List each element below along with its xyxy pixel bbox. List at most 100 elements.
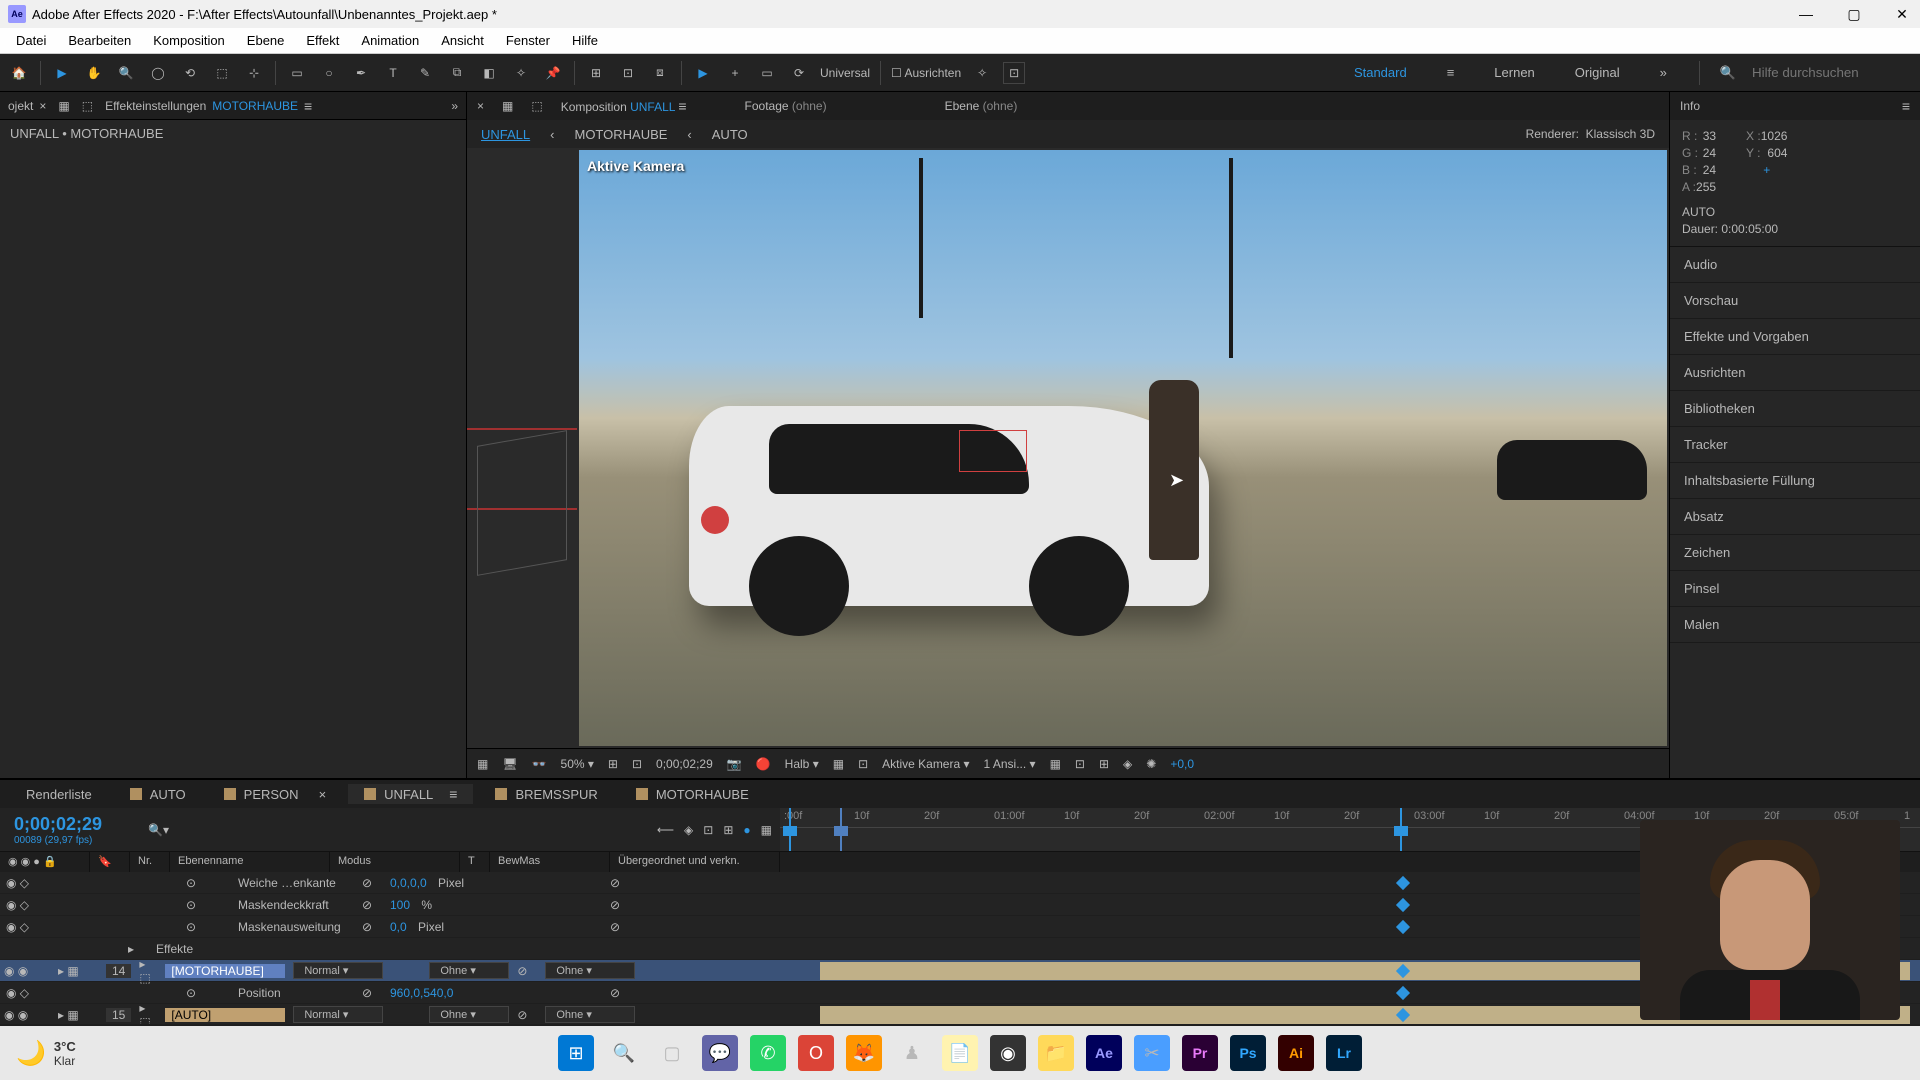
tl-tab-renderlist[interactable]: Renderliste bbox=[10, 785, 108, 804]
mask-icon[interactable]: 👓 bbox=[532, 757, 547, 771]
add-icon[interactable]: + bbox=[724, 62, 746, 84]
whatsapp-icon[interactable]: ✆ bbox=[750, 1035, 786, 1071]
workspace-overflow-icon[interactable]: » bbox=[1652, 61, 1675, 84]
tab-composition[interactable]: Komposition UNFALL ≡ bbox=[561, 98, 687, 114]
panel-menu-icon[interactable]: ≡ bbox=[1902, 98, 1910, 114]
local-axis-icon[interactable]: ⊞ bbox=[585, 62, 607, 84]
timeline-row[interactable]: ◉ ◇⊙Maskenausweitung⊘0,0 Pixel⊘ bbox=[0, 916, 1920, 938]
eraser-tool-icon[interactable]: ◧ bbox=[478, 62, 500, 84]
premiere-icon[interactable]: Pr bbox=[1182, 1035, 1218, 1071]
task-view-icon[interactable]: ▢ bbox=[654, 1035, 690, 1071]
menu-layer[interactable]: Ebene bbox=[237, 31, 295, 50]
comp-mini-flowchart-icon[interactable]: ◈ bbox=[684, 823, 693, 837]
panel-paint[interactable]: Malen bbox=[1670, 607, 1920, 643]
teams-icon[interactable]: 💬 bbox=[702, 1035, 738, 1071]
tl-tab-bremsspur[interactable]: BREMSSPUR bbox=[479, 785, 613, 804]
menu-view[interactable]: Ansicht bbox=[431, 31, 494, 50]
panel-content-aware-fill[interactable]: Inhaltsbasierte Füllung bbox=[1670, 463, 1920, 499]
tl-tab-auto[interactable]: AUTO bbox=[114, 785, 202, 804]
tab-effect-settings[interactable]: Effekteinstellungen MOTORHAUBE ≡ bbox=[105, 98, 312, 114]
playhead-work-start[interactable] bbox=[789, 808, 791, 851]
menu-effect[interactable]: Effekt bbox=[296, 31, 349, 50]
tl-tab-person[interactable]: PERSON× bbox=[208, 785, 343, 804]
panel-tracker[interactable]: Tracker bbox=[1670, 427, 1920, 463]
lightroom-icon[interactable]: Lr bbox=[1326, 1035, 1362, 1071]
flowchart-icon[interactable]: ◈ bbox=[1123, 757, 1132, 771]
subnav-auto[interactable]: AUTO bbox=[712, 127, 748, 142]
home-icon[interactable]: 🏠 bbox=[8, 62, 30, 84]
panel-grip-icon[interactable]: ▦ bbox=[58, 99, 69, 113]
app-icon[interactable]: 📄 bbox=[942, 1035, 978, 1071]
current-timecode[interactable]: 0;00;02;29 bbox=[14, 814, 126, 835]
clone-tool-icon[interactable]: ⧉ bbox=[446, 62, 468, 84]
weather-widget[interactable]: 🌙 3°C Klar bbox=[16, 1039, 76, 1068]
exposure-value[interactable]: +0,0 bbox=[1170, 757, 1194, 771]
world-axis-icon[interactable]: ⊡ bbox=[617, 62, 639, 84]
tab-project[interactable]: ojekt× bbox=[8, 99, 46, 113]
track-region-box[interactable] bbox=[959, 430, 1027, 472]
timeline-row[interactable]: ◉ ◉▸ ▦15▸ ⬚[AUTO]Normal ▾Ohne ▾⊘Ohne ▾ bbox=[0, 1004, 1920, 1024]
panel-align[interactable]: Ausrichten bbox=[1670, 355, 1920, 391]
box-icon[interactable]: ▭ bbox=[756, 62, 778, 84]
keyframe-icon[interactable] bbox=[1396, 898, 1410, 912]
keyframe-icon[interactable] bbox=[1396, 986, 1410, 1000]
panel-audio[interactable]: Audio bbox=[1670, 247, 1920, 283]
screen-icon[interactable]: 🖥 bbox=[502, 757, 517, 771]
mode-active-icon[interactable]: ▶ bbox=[692, 62, 714, 84]
workspace-menu-icon[interactable]: ≡ bbox=[1439, 61, 1463, 84]
minimize-button[interactable]: — bbox=[1796, 4, 1816, 24]
views-dropdown[interactable]: 1 Ansi... ▾ bbox=[984, 757, 1036, 771]
photoshop-icon[interactable]: Ps bbox=[1230, 1035, 1266, 1071]
opera-icon[interactable]: O bbox=[798, 1035, 834, 1071]
subnav-motorhaube[interactable]: MOTORHAUBE bbox=[574, 127, 667, 142]
selection-tool-icon[interactable]: ▶ bbox=[51, 62, 73, 84]
start-button[interactable]: ⊞ bbox=[558, 1035, 594, 1071]
snap-icon[interactable]: ⊡ bbox=[1003, 62, 1025, 84]
search-icon[interactable]: 🔍 bbox=[1712, 61, 1744, 85]
roto-tool-icon[interactable]: ✧ bbox=[510, 62, 532, 84]
region-icon[interactable]: ⊡ bbox=[858, 757, 868, 771]
rotate-tool-icon[interactable]: ⟲ bbox=[179, 62, 201, 84]
orbit-tool-icon[interactable]: ◯ bbox=[147, 62, 169, 84]
menu-edit[interactable]: Bearbeiten bbox=[58, 31, 141, 50]
info-panel-title[interactable]: Info bbox=[1680, 99, 1700, 113]
panel-brush[interactable]: Pinsel bbox=[1670, 571, 1920, 607]
universal-checkbox[interactable]: Universal bbox=[820, 66, 870, 80]
snapshot-icon[interactable]: 📷 bbox=[727, 757, 742, 771]
shape-tool-icon[interactable]: ▭ bbox=[286, 62, 308, 84]
chevron-left-icon[interactable]: ‹ bbox=[550, 127, 554, 142]
zoom-tool-icon[interactable]: 🔍 bbox=[115, 62, 137, 84]
panel-preview[interactable]: Vorschau bbox=[1670, 283, 1920, 319]
view-axis-icon[interactable]: ⧈ bbox=[649, 62, 671, 84]
camera-dropdown[interactable]: Aktive Kamera ▾ bbox=[882, 757, 969, 771]
renderer-dropdown[interactable]: Klassisch 3D bbox=[1586, 127, 1655, 141]
panel-effects-presets[interactable]: Effekte und Vorgaben bbox=[1670, 319, 1920, 355]
timeline-search-icon[interactable]: 🔍▾ bbox=[148, 823, 169, 837]
viewer-close-icon[interactable]: × bbox=[477, 99, 484, 113]
menu-window[interactable]: Fenster bbox=[496, 31, 560, 50]
ellipse-tool-icon[interactable]: ○ bbox=[318, 62, 340, 84]
firefox-icon[interactable]: 🦊 bbox=[846, 1035, 882, 1071]
menu-file[interactable]: Datei bbox=[6, 31, 56, 50]
app-icon[interactable]: ♟ bbox=[894, 1035, 930, 1071]
obs-icon[interactable]: ◉ bbox=[990, 1035, 1026, 1071]
workspace-learn[interactable]: Lernen bbox=[1486, 61, 1542, 84]
workspace-standard[interactable]: Standard bbox=[1346, 61, 1415, 84]
tab-footage[interactable]: Footage (ohne) bbox=[745, 99, 827, 113]
frame-blend-icon[interactable]: ⊞ bbox=[723, 823, 733, 837]
timeline-row[interactable]: ◉ ◇⊙Maskendeckkraft⊘100 %⊘ bbox=[0, 894, 1920, 916]
composition-viewport[interactable]: Aktive Kamera ➤ bbox=[579, 150, 1667, 746]
workspace-original[interactable]: Original bbox=[1567, 61, 1628, 84]
app-icon[interactable]: ✂ bbox=[1134, 1035, 1170, 1071]
panel-grip-icon[interactable]: ▦ bbox=[502, 99, 513, 113]
shy-icon[interactable]: ⟵ bbox=[657, 823, 674, 837]
keyframe-icon[interactable] bbox=[1396, 876, 1410, 890]
maximize-button[interactable]: ▢ bbox=[1844, 4, 1864, 24]
timeline-rows[interactable]: ◉ ◇⊙Weiche …enkante⊘0,0,0,0 Pixel⊘◉ ◇⊙Ma… bbox=[0, 872, 1920, 1024]
menu-help[interactable]: Hilfe bbox=[562, 31, 608, 50]
illustrator-icon[interactable]: Ai bbox=[1278, 1035, 1314, 1071]
timeline-icon[interactable]: ⊞ bbox=[1099, 757, 1109, 771]
keyframe-icon[interactable] bbox=[1396, 920, 1410, 934]
motion-blur-icon[interactable]: ● bbox=[743, 823, 750, 837]
help-search-input[interactable] bbox=[1752, 65, 1912, 80]
